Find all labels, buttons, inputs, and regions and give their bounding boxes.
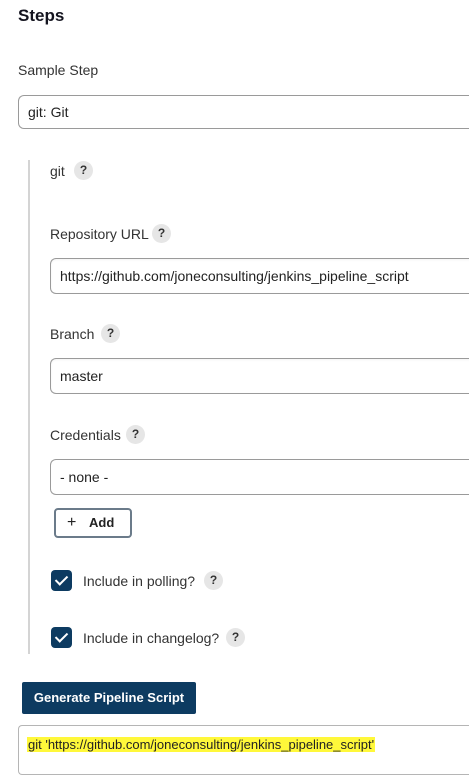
steps-heading: Steps — [18, 6, 65, 25]
branch-label: Branch — [50, 326, 95, 342]
sample-step-select[interactable]: git: Git — [18, 95, 469, 129]
section-divider — [28, 160, 30, 654]
add-button-label: Add — [89, 515, 115, 530]
include-in-polling-label: Include in polling? — [83, 573, 196, 589]
sample-step-label: Sample Step — [18, 62, 99, 78]
include-in-changelog-checkbox[interactable] — [51, 627, 72, 648]
include-in-polling-checkbox[interactable] — [51, 570, 72, 591]
repository-url-label: Repository URL — [50, 226, 149, 242]
repository-url-help-icon[interactable]: ? — [152, 224, 171, 243]
generated-script-text: git 'https://github.com/joneconsulting/j… — [27, 737, 376, 752]
git-section-title: git — [50, 163, 65, 179]
include-in-polling-help-icon[interactable]: ? — [204, 571, 223, 590]
branch-help-icon[interactable]: ? — [101, 324, 120, 343]
git-help-icon[interactable]: ? — [74, 161, 93, 180]
generate-pipeline-script-button[interactable]: Generate Pipeline Script — [22, 682, 196, 714]
credentials-label: Credentials — [50, 427, 121, 443]
repository-url-input[interactable]: https://github.com/joneconsulting/jenkin… — [50, 258, 469, 294]
include-in-changelog-label: Include in changelog? — [83, 630, 220, 646]
branch-input[interactable]: master — [50, 358, 469, 394]
credentials-help-icon[interactable]: ? — [126, 425, 145, 444]
add-credentials-button[interactable]: + Add — [54, 508, 132, 538]
credentials-select[interactable]: - none - — [50, 459, 469, 495]
pipeline-script-output[interactable]: git 'https://github.com/joneconsulting/j… — [18, 725, 469, 775]
include-in-changelog-help-icon[interactable]: ? — [226, 628, 245, 647]
plus-icon: + — [67, 514, 77, 531]
